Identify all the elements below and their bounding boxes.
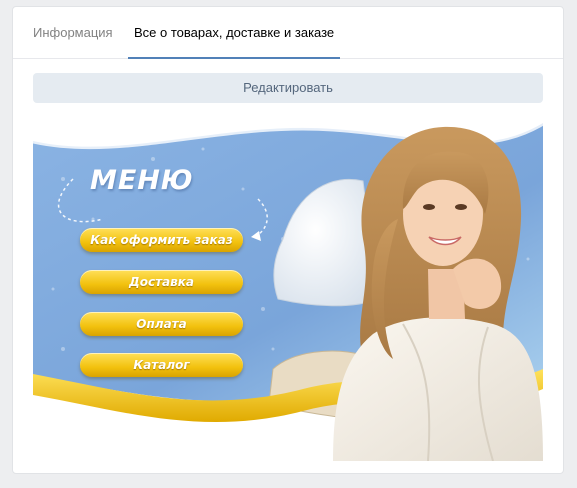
tab-information[interactable]: Информация [33, 7, 113, 58]
catalog-button[interactable]: Каталог [80, 353, 243, 377]
tab-all-about-products[interactable]: Все о товарах, доставке и заказе [128, 7, 341, 59]
page-card: Информация Все о товарах, доставке и зак… [12, 6, 564, 474]
how-to-order-button[interactable]: Как оформить заказ [80, 228, 243, 252]
tab-bar: Информация Все о товарах, доставке и зак… [13, 7, 563, 59]
delivery-button[interactable]: Доставка [80, 270, 243, 294]
menu-banner: МЕНЮ Как оформить заказ Доставка Оплата … [33, 119, 543, 461]
edit-button[interactable]: Редактировать [33, 73, 543, 103]
payment-button[interactable]: Оплата [80, 312, 243, 336]
menu-title: МЕНЮ [90, 165, 194, 196]
